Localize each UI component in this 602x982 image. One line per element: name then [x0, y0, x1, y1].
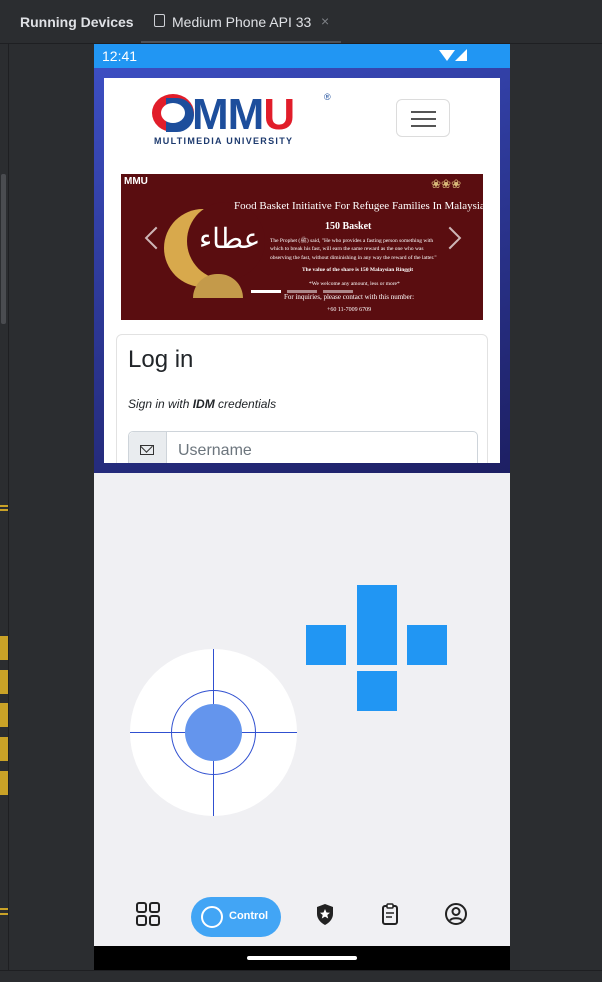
- username-addon: [129, 432, 167, 463]
- web-page: MMU ® MULTIMEDIA UNIVERSITY MMU ❀❀❀ عطاء…: [104, 78, 500, 463]
- status-bar: 12:41: [94, 44, 510, 68]
- banner-phone: +60 11-7009 6709: [327, 307, 372, 313]
- logo-wordmark: MMU: [192, 90, 295, 139]
- carousel-next-icon[interactable]: [438, 226, 462, 250]
- account-icon[interactable]: [441, 899, 471, 929]
- carousel-indicator[interactable]: [251, 290, 281, 293]
- webview[interactable]: MMU ® MULTIMEDIA UNIVERSITY MMU ❀❀❀ عطاء…: [94, 68, 510, 473]
- hamburger-menu-button[interactable]: [396, 99, 450, 137]
- gutter-marker: [0, 636, 8, 660]
- logo-subtitle: MULTIMEDIA UNIVERSITY: [154, 136, 294, 146]
- control-dial-icon: [201, 906, 223, 928]
- dpad-down-button[interactable]: [357, 671, 397, 711]
- robot-control-panel: [94, 473, 510, 946]
- carousel-banner[interactable]: MMU ❀❀❀ عطاء Food Basket Initiative For …: [121, 174, 483, 320]
- banner-hadith-3: observing the fast, without diminishing …: [270, 255, 437, 261]
- gutter-marker: [0, 509, 8, 511]
- wifi-icon: [439, 50, 455, 61]
- gutter-marker: [0, 505, 8, 507]
- dpad-up-button[interactable]: [357, 585, 397, 625]
- device-screen[interactable]: 12:41 MMU ® MULTIMEDIA UNIVERSITY MMU ❀❀…: [94, 44, 510, 970]
- device-icon: [154, 14, 165, 27]
- banner-share-value: The value of the share is 150 Malaysian …: [302, 267, 414, 273]
- logo-mark: [152, 94, 194, 132]
- mmu-logo[interactable]: MMU ® MULTIMEDIA UNIVERSITY: [152, 90, 332, 150]
- gesture-bar: [94, 946, 510, 970]
- banner-inquiry: For inquiries, please contact with this …: [284, 293, 415, 301]
- banner-logo: MMU: [124, 176, 148, 187]
- banner-headline: Food Basket Initiative For Refugee Famil…: [234, 200, 483, 212]
- gutter-marker: [0, 703, 8, 727]
- login-card: Log in Sign in with IDM credentials: [116, 334, 488, 463]
- ide-header: Running Devices Medium Phone API 33 ×: [0, 0, 602, 44]
- clipboard-icon[interactable]: [375, 899, 405, 929]
- close-icon[interactable]: ×: [321, 13, 329, 29]
- registered-mark: ®: [324, 92, 331, 102]
- signal-icon: [455, 49, 467, 61]
- banner-hadith-1: The Prophet (ﷺ) said, "He who provides a…: [270, 238, 434, 244]
- dpad-right-button[interactable]: [407, 625, 447, 665]
- gutter-marker: [0, 670, 8, 694]
- dpad-center-button[interactable]: [357, 625, 397, 665]
- gutter-marker: [0, 908, 8, 910]
- menu-icon: [411, 111, 436, 113]
- left-gutter: [0, 44, 9, 981]
- tab-device-label: Medium Phone API 33: [172, 14, 312, 30]
- envelope-icon: [140, 445, 154, 455]
- gutter-marker: [0, 771, 8, 795]
- tab-device[interactable]: Medium Phone API 33 ×: [141, 0, 341, 43]
- login-subtitle: Sign in with IDM credentials: [128, 397, 277, 411]
- banner-welcome: *We welcome any amount, less or more*: [309, 281, 400, 287]
- ide-bottom-bar: [0, 970, 602, 982]
- dpad-left-button[interactable]: [306, 625, 346, 665]
- banner-hadith-2: which to break his fast, will earn the s…: [270, 246, 424, 252]
- grid-icon[interactable]: [133, 899, 163, 929]
- joystick-knob[interactable]: [185, 704, 242, 761]
- status-time: 12:41: [102, 48, 138, 64]
- banner-arabic: عطاء: [199, 222, 261, 255]
- carousel-indicator[interactable]: [323, 290, 353, 293]
- gutter-marker: [0, 913, 8, 915]
- banner-basket-count: 150 Basket: [325, 221, 372, 232]
- bottom-navigation: Control: [94, 887, 510, 947]
- username-group: [128, 431, 478, 463]
- carousel-indicator[interactable]: [287, 290, 317, 293]
- panel-title: Running Devices: [20, 14, 134, 30]
- username-input[interactable]: [166, 432, 477, 463]
- home-gesture-handle[interactable]: [247, 956, 357, 960]
- nav-control-label: Control: [229, 910, 269, 922]
- login-title: Log in: [128, 346, 194, 373]
- gutter-scrollbar[interactable]: [1, 174, 6, 324]
- lotus-icon: ❀❀❀: [431, 177, 462, 191]
- nav-control-button[interactable]: Control: [191, 897, 281, 937]
- shield-star-icon[interactable]: [310, 899, 340, 929]
- gutter-marker: [0, 737, 8, 761]
